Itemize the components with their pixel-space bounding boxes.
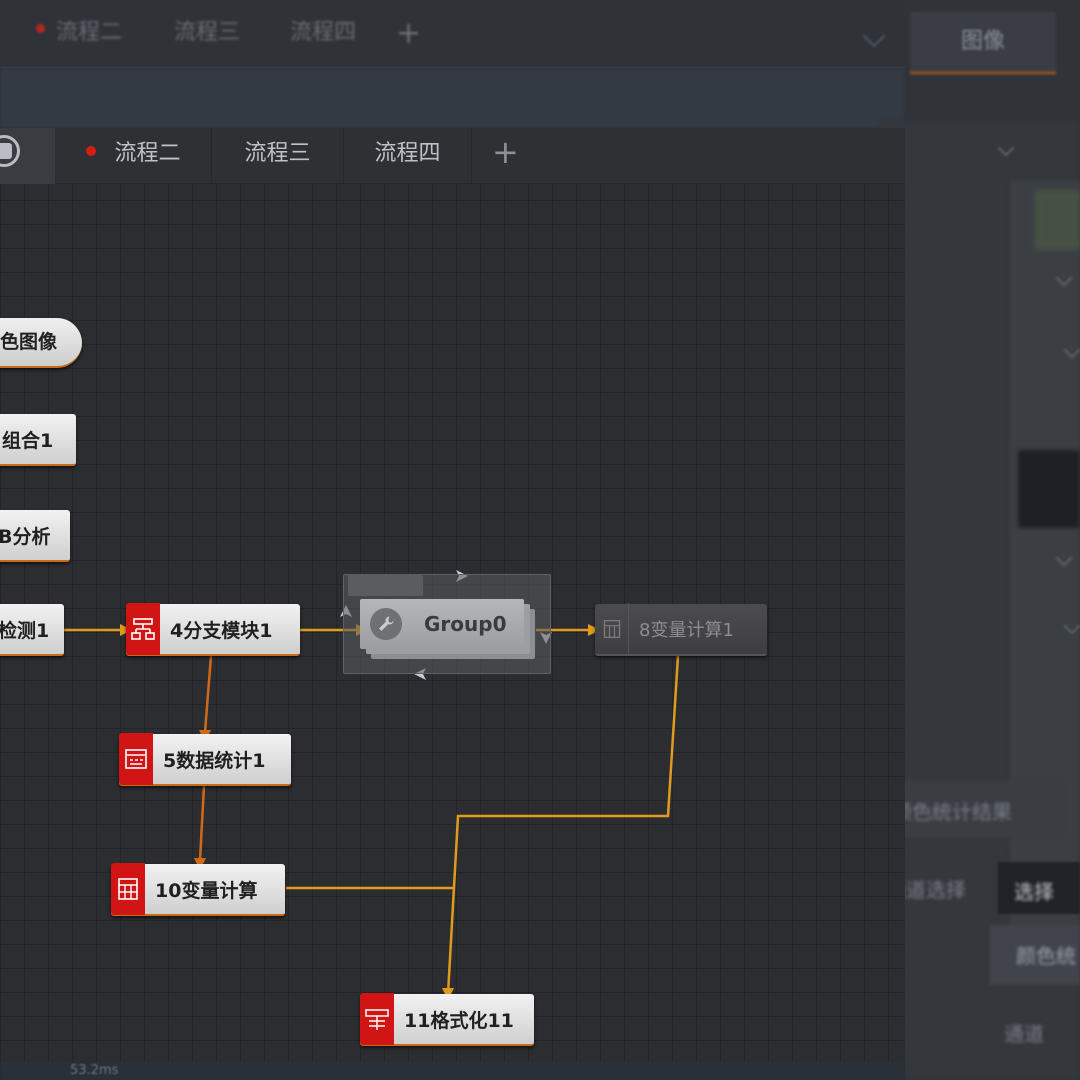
node-variable-calc[interactable]: 10变量计算 bbox=[111, 863, 285, 916]
branch-icon bbox=[126, 603, 160, 655]
node-label: 检测1 bbox=[0, 619, 50, 642]
node-combine[interactable]: 组合1 bbox=[0, 414, 76, 466]
node-format[interactable]: 11格式化11 bbox=[360, 993, 534, 1046]
data-stats-icon bbox=[119, 733, 153, 785]
status-bar: 53.2ms bbox=[0, 1062, 905, 1080]
node-label: 组合1 bbox=[2, 429, 54, 452]
node-input-image[interactable]: 色图像 bbox=[0, 318, 82, 368]
node-label: 色图像 bbox=[0, 331, 58, 353]
calculator-icon bbox=[595, 603, 629, 655]
calculator-icon bbox=[111, 863, 145, 915]
node-variable-calc-disabled[interactable]: 8变量计算1 bbox=[595, 603, 767, 656]
node-label: 5数据统计1 bbox=[163, 749, 266, 772]
group-card[interactable]: Group0 bbox=[360, 599, 524, 649]
connection-wires bbox=[64, 570, 680, 1000]
node-analysis[interactable]: B分析 bbox=[0, 510, 70, 562]
node-data-stats[interactable]: 5数据统计1 bbox=[119, 733, 291, 786]
group-folder-tab bbox=[348, 574, 423, 596]
group-label: Group0 bbox=[424, 612, 507, 636]
node-label: 10变量计算 bbox=[155, 879, 258, 902]
node-branch-module[interactable]: 4分支模块1 bbox=[126, 603, 300, 656]
node-detect[interactable]: 检测1 bbox=[0, 604, 64, 656]
node-label: B分析 bbox=[0, 525, 51, 548]
wrench-icon bbox=[370, 608, 402, 640]
node-label: 4分支模块1 bbox=[170, 619, 273, 642]
node-label: 11格式化11 bbox=[404, 1009, 514, 1032]
status-time: 53.2ms bbox=[70, 1063, 119, 1078]
format-icon bbox=[360, 993, 394, 1045]
node-label: 8变量计算1 bbox=[639, 620, 734, 641]
